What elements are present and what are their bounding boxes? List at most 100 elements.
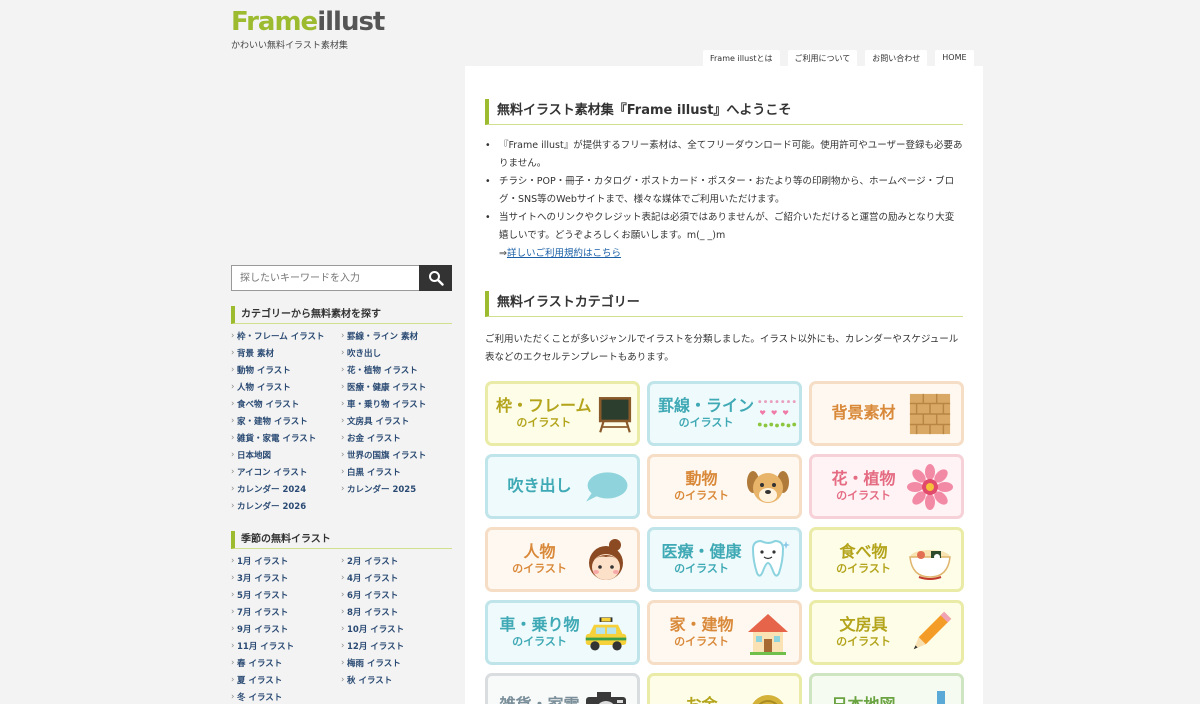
category-tile[interactable]: 枠・フレーム のイラスト xyxy=(485,381,640,446)
sidebar-link[interactable]: 夏 イラスト xyxy=(231,672,341,690)
category-tile-title: 家・建物 xyxy=(669,615,734,635)
sidebar-link[interactable]: 日本地図 xyxy=(231,447,341,465)
welcome-item: 当サイトへのリンクやクレジット表記は必須ではありませんが、ご紹介いただけると運営… xyxy=(485,209,963,245)
category-tile-title: お金 xyxy=(658,696,745,704)
sidebar-link[interactable]: 枠・フレーム イラスト xyxy=(231,328,341,346)
sidebar-link[interactable]: 吹き出し xyxy=(341,345,451,363)
sidebar-link[interactable]: 食べ物 イラスト xyxy=(231,396,341,414)
category-tile-title: 文房具 xyxy=(839,615,888,635)
sidebar-link[interactable]: 11月 イラスト xyxy=(231,638,341,656)
ramen-icon xyxy=(907,537,953,583)
category-tile-subtitle: のイラスト xyxy=(512,635,567,649)
sidebar-link[interactable]: 人物 イラスト xyxy=(231,379,341,397)
category-tile[interactable]: 家・建物 のイラスト xyxy=(647,600,802,665)
nav-home[interactable]: HOME xyxy=(935,50,974,66)
welcome-heading: 無料イラスト素材集『Frame illust』へようこそ xyxy=(485,99,963,125)
category-tile-subtitle: のイラスト xyxy=(678,416,734,430)
main-content: 無料イラスト素材集『Frame illust』へようこそ 『Frame illu… xyxy=(465,66,983,704)
sidebar-link[interactable]: お金 イラスト xyxy=(341,430,451,448)
category-tile-title: 医療・健康 xyxy=(661,542,742,562)
category-tile-title: 車・乗り物 xyxy=(499,615,580,635)
arrow-prefix: ⇒ xyxy=(499,248,507,259)
sidebar-link[interactable]: 1月 イラスト xyxy=(231,553,341,571)
sidebar-link[interactable]: カレンダー 2025 xyxy=(341,481,451,499)
category-tile[interactable]: 花・植物 のイラスト xyxy=(809,454,964,519)
category-tile[interactable]: お金 xyxy=(647,673,802,704)
terms-link[interactable]: 詳しいご利用規約はこちら xyxy=(507,248,621,259)
nav-usage[interactable]: ご利用について xyxy=(787,50,858,66)
search-input[interactable] xyxy=(231,265,419,291)
category-tile-label: 吹き出し xyxy=(496,476,583,496)
sidebar-category-list: 枠・フレーム イラスト罫線・ライン 素材背景 素材吹き出し動物 イラスト花・植物… xyxy=(231,328,452,516)
blackboard-icon xyxy=(592,391,637,437)
category-tile[interactable]: 背景素材 xyxy=(809,381,964,446)
category-tile-title: 食べ物 xyxy=(839,542,888,562)
welcome-item: チラシ・POP・冊子・カタログ・ポストカード・ポスター・おたより等の印刷物から、… xyxy=(485,173,963,209)
category-tile-subtitle: のイラスト xyxy=(836,489,891,503)
category-tile[interactable]: 文房具 のイラスト xyxy=(809,600,964,665)
category-tile[interactable]: 車・乗り物 のイラスト xyxy=(485,600,640,665)
sidebar-link[interactable]: 背景 素材 xyxy=(231,345,341,363)
sidebar-link[interactable]: 動物 イラスト xyxy=(231,362,341,380)
category-tile[interactable]: 動物 のイラスト xyxy=(647,454,802,519)
sidebar-link[interactable]: 雑貨・家電 イラスト xyxy=(231,430,341,448)
category-tile-label: 日本地図 xyxy=(820,696,907,704)
house-icon xyxy=(745,610,791,656)
speech-bubble-icon xyxy=(583,464,629,510)
search-form xyxy=(231,265,452,291)
sidebar-link[interactable]: 2月 イラスト xyxy=(341,553,451,571)
brick-wall-icon xyxy=(907,391,953,437)
search-button[interactable] xyxy=(419,265,452,291)
sidebar-link[interactable]: 梅雨 イラスト xyxy=(341,655,451,673)
sidebar-link[interactable]: 10月 イラスト xyxy=(341,621,451,639)
category-tile-label: 枠・フレーム のイラスト xyxy=(496,396,592,429)
sidebar-link[interactable]: 冬 イラスト xyxy=(231,689,341,704)
category-tile-subtitle: のイラスト xyxy=(836,635,891,649)
category-tile[interactable]: 人物 のイラスト xyxy=(485,527,640,592)
sidebar-link[interactable]: アイコン イラスト xyxy=(231,464,341,482)
taxi-icon xyxy=(583,610,629,656)
sidebar-link[interactable]: 7月 イラスト xyxy=(231,604,341,622)
sidebar-link[interactable]: カレンダー 2026 xyxy=(231,498,341,516)
logo-text: Frameillust xyxy=(231,7,385,37)
category-tile-title: 日本地図 xyxy=(820,696,907,704)
sidebar-link[interactable]: 車・乗り物 イラスト xyxy=(341,396,451,414)
sidebar-link[interactable]: 8月 イラスト xyxy=(341,604,451,622)
sidebar-link[interactable]: カレンダー 2024 xyxy=(231,481,341,499)
sidebar-link[interactable]: 3月 イラスト xyxy=(231,570,341,588)
category-tile-title: 人物 xyxy=(523,542,556,562)
nav-about[interactable]: Frame illustとは xyxy=(703,50,780,66)
category-tile[interactable]: 日本地図 xyxy=(809,673,964,704)
sidebar-link[interactable]: 6月 イラスト xyxy=(341,587,451,605)
sidebar-link[interactable]: 花・植物 イラスト xyxy=(341,362,451,380)
category-tile[interactable]: 罫線・ライン のイラスト xyxy=(647,381,802,446)
dog-icon xyxy=(745,464,791,510)
sidebar-link[interactable]: 家・建物 イラスト xyxy=(231,413,341,431)
sidebar-link[interactable]: 罫線・ライン 素材 xyxy=(341,328,451,346)
sidebar-link[interactable]: 白黒 イラスト xyxy=(341,464,451,482)
sidebar-link[interactable]: 9月 イラスト xyxy=(231,621,341,639)
category-tile[interactable]: 医療・健康 のイラスト xyxy=(647,527,802,592)
nav-contact[interactable]: お問い合わせ xyxy=(865,50,928,66)
category-tile-title: 枠・フレーム xyxy=(496,396,592,416)
sidebar-link[interactable]: 12月 イラスト xyxy=(341,638,451,656)
category-tile-label: お金 xyxy=(658,696,745,704)
sidebar-link[interactable]: 医療・健康 イラスト xyxy=(341,379,451,397)
sidebar-season-list: 1月 イラスト2月 イラスト3月 イラスト4月 イラスト5月 イラスト6月 イラ… xyxy=(231,553,452,704)
sidebar-link[interactable]: 5月 イラスト xyxy=(231,587,341,605)
category-tile[interactable]: 雑貨・家電 xyxy=(485,673,640,704)
sidebar-link[interactable]: 秋 イラスト xyxy=(341,672,451,690)
category-tile[interactable]: 吹き出し xyxy=(485,454,640,519)
sidebar-link[interactable]: 世界の国旗 イラスト xyxy=(341,447,451,465)
category-tile[interactable]: 食べ物 のイラスト xyxy=(809,527,964,592)
site-logo[interactable]: Frameillust かわいい無料イラスト素材集 xyxy=(231,7,385,51)
category-tile-label: 食べ物 のイラスト xyxy=(820,542,907,575)
category-tile-title: 吹き出し xyxy=(507,476,572,496)
sidebar-link[interactable]: 春 イラスト xyxy=(231,655,341,673)
camera-icon xyxy=(583,683,629,704)
category-tile-label: 文房具 のイラスト xyxy=(820,615,907,649)
sidebar-link[interactable]: 文房具 イラスト xyxy=(341,413,451,431)
sidebar-link[interactable]: 4月 イラスト xyxy=(341,570,451,588)
category-tile-label: 車・乗り物 のイラスト xyxy=(496,615,583,649)
sidebar: カテゴリーから無料素材を探す 枠・フレーム イラスト罫線・ライン 素材背景 素材… xyxy=(231,265,452,704)
